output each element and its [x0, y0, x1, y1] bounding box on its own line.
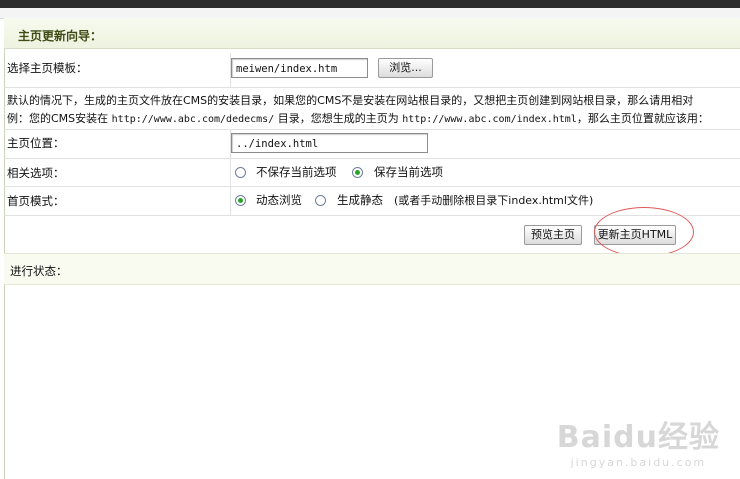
dynamic-radio[interactable] — [235, 195, 246, 206]
note-url-cms: http://www.abc.com/dedecms/ — [111, 114, 275, 125]
help-notes: 默认的情况下，生成的主页文件放在CMS的安装目录，如果您的CMS不是安装在网站根… — [4, 88, 740, 130]
wizard-title-bar: 主页更新向导： — [4, 18, 740, 49]
watermark-logo: Baidu经验 — [556, 420, 720, 455]
note-text-a: 例：您的CMS安装在 — [7, 112, 112, 125]
position-row: 主页位置： ../index.html — [4, 130, 740, 159]
preview-button[interactable]: 预览主页 — [524, 225, 582, 245]
page-title: 主页更新向导： — [18, 29, 103, 43]
save-radio[interactable] — [352, 167, 363, 178]
browse-button[interactable]: 浏览... — [378, 58, 433, 78]
note-line-2: 例：您的CMS安装在 http://www.abc.com/dedecms/ 目… — [7, 110, 709, 126]
no-save-label: 不保存当前选项 — [256, 165, 337, 179]
static-radio[interactable] — [315, 195, 326, 206]
template-input[interactable]: meiwen/index.htm — [231, 58, 368, 78]
save-label: 保存当前选项 — [374, 165, 443, 179]
mode-hint: (或者手动删除根目录下index.html文件) — [394, 194, 594, 207]
watermark-url: jingyan.baidu.com — [570, 456, 707, 469]
note-text-c: ，那么主页位置就应该用： — [576, 112, 709, 125]
template-label: 选择主页模板： — [7, 61, 88, 75]
note-text-b: 目录，您想生成的主页为 — [274, 112, 403, 125]
mode-label: 首页模式： — [7, 194, 65, 208]
row-divider — [230, 187, 231, 215]
no-save-radio[interactable] — [235, 167, 246, 178]
status-bar: 进行状态： — [4, 253, 740, 285]
note-line-1: 默认的情况下，生成的主页文件放在CMS的安装目录，如果您的CMS不是安装在网站根… — [7, 94, 694, 107]
highlight-circle — [594, 207, 694, 257]
options-label: 相关选项： — [7, 166, 65, 180]
top-dark-bar — [0, 0, 740, 8]
position-label: 主页位置： — [7, 136, 65, 150]
dynamic-label: 动态浏览 — [256, 193, 302, 207]
position-input[interactable]: ../index.html — [231, 133, 428, 153]
template-row: 选择主页模板： meiwen/index.htm 浏览... — [4, 53, 740, 88]
note-url-index: http://www.abc.com/index.html — [402, 114, 577, 125]
status-label: 进行状态： — [10, 264, 68, 278]
options-row: 相关选项： 不保存当前选项 保存当前选项 — [4, 159, 740, 187]
static-label: 生成静态 — [337, 193, 383, 207]
row-divider — [230, 159, 231, 186]
baidu-watermark: Baidu经验 jingyan.baidu.com — [557, 412, 720, 469]
